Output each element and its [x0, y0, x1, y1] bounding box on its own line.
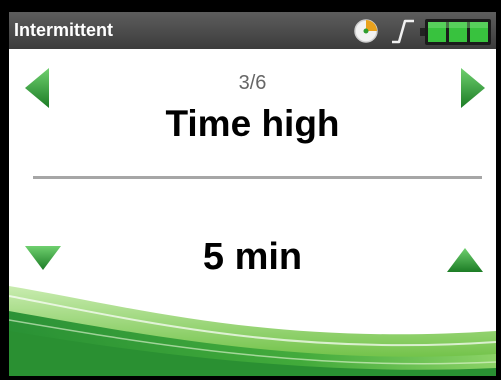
device-screen: Intermittent 3/6 Time high 5 min	[9, 12, 496, 376]
parameter-name: Time high	[165, 103, 340, 144]
parameter-value: 5 min	[202, 236, 303, 278]
divider	[33, 176, 482, 179]
step-signal-icon	[392, 19, 414, 44]
pie-timer-icon	[354, 19, 378, 43]
page-indicator: 3/6	[238, 72, 267, 94]
battery-icon	[420, 19, 491, 45]
decorative-wave-background	[9, 286, 496, 376]
increase-value-button[interactable]	[445, 246, 485, 274]
title-bar: Intermittent	[9, 12, 496, 49]
screen-title: Intermittent	[14, 20, 113, 40]
